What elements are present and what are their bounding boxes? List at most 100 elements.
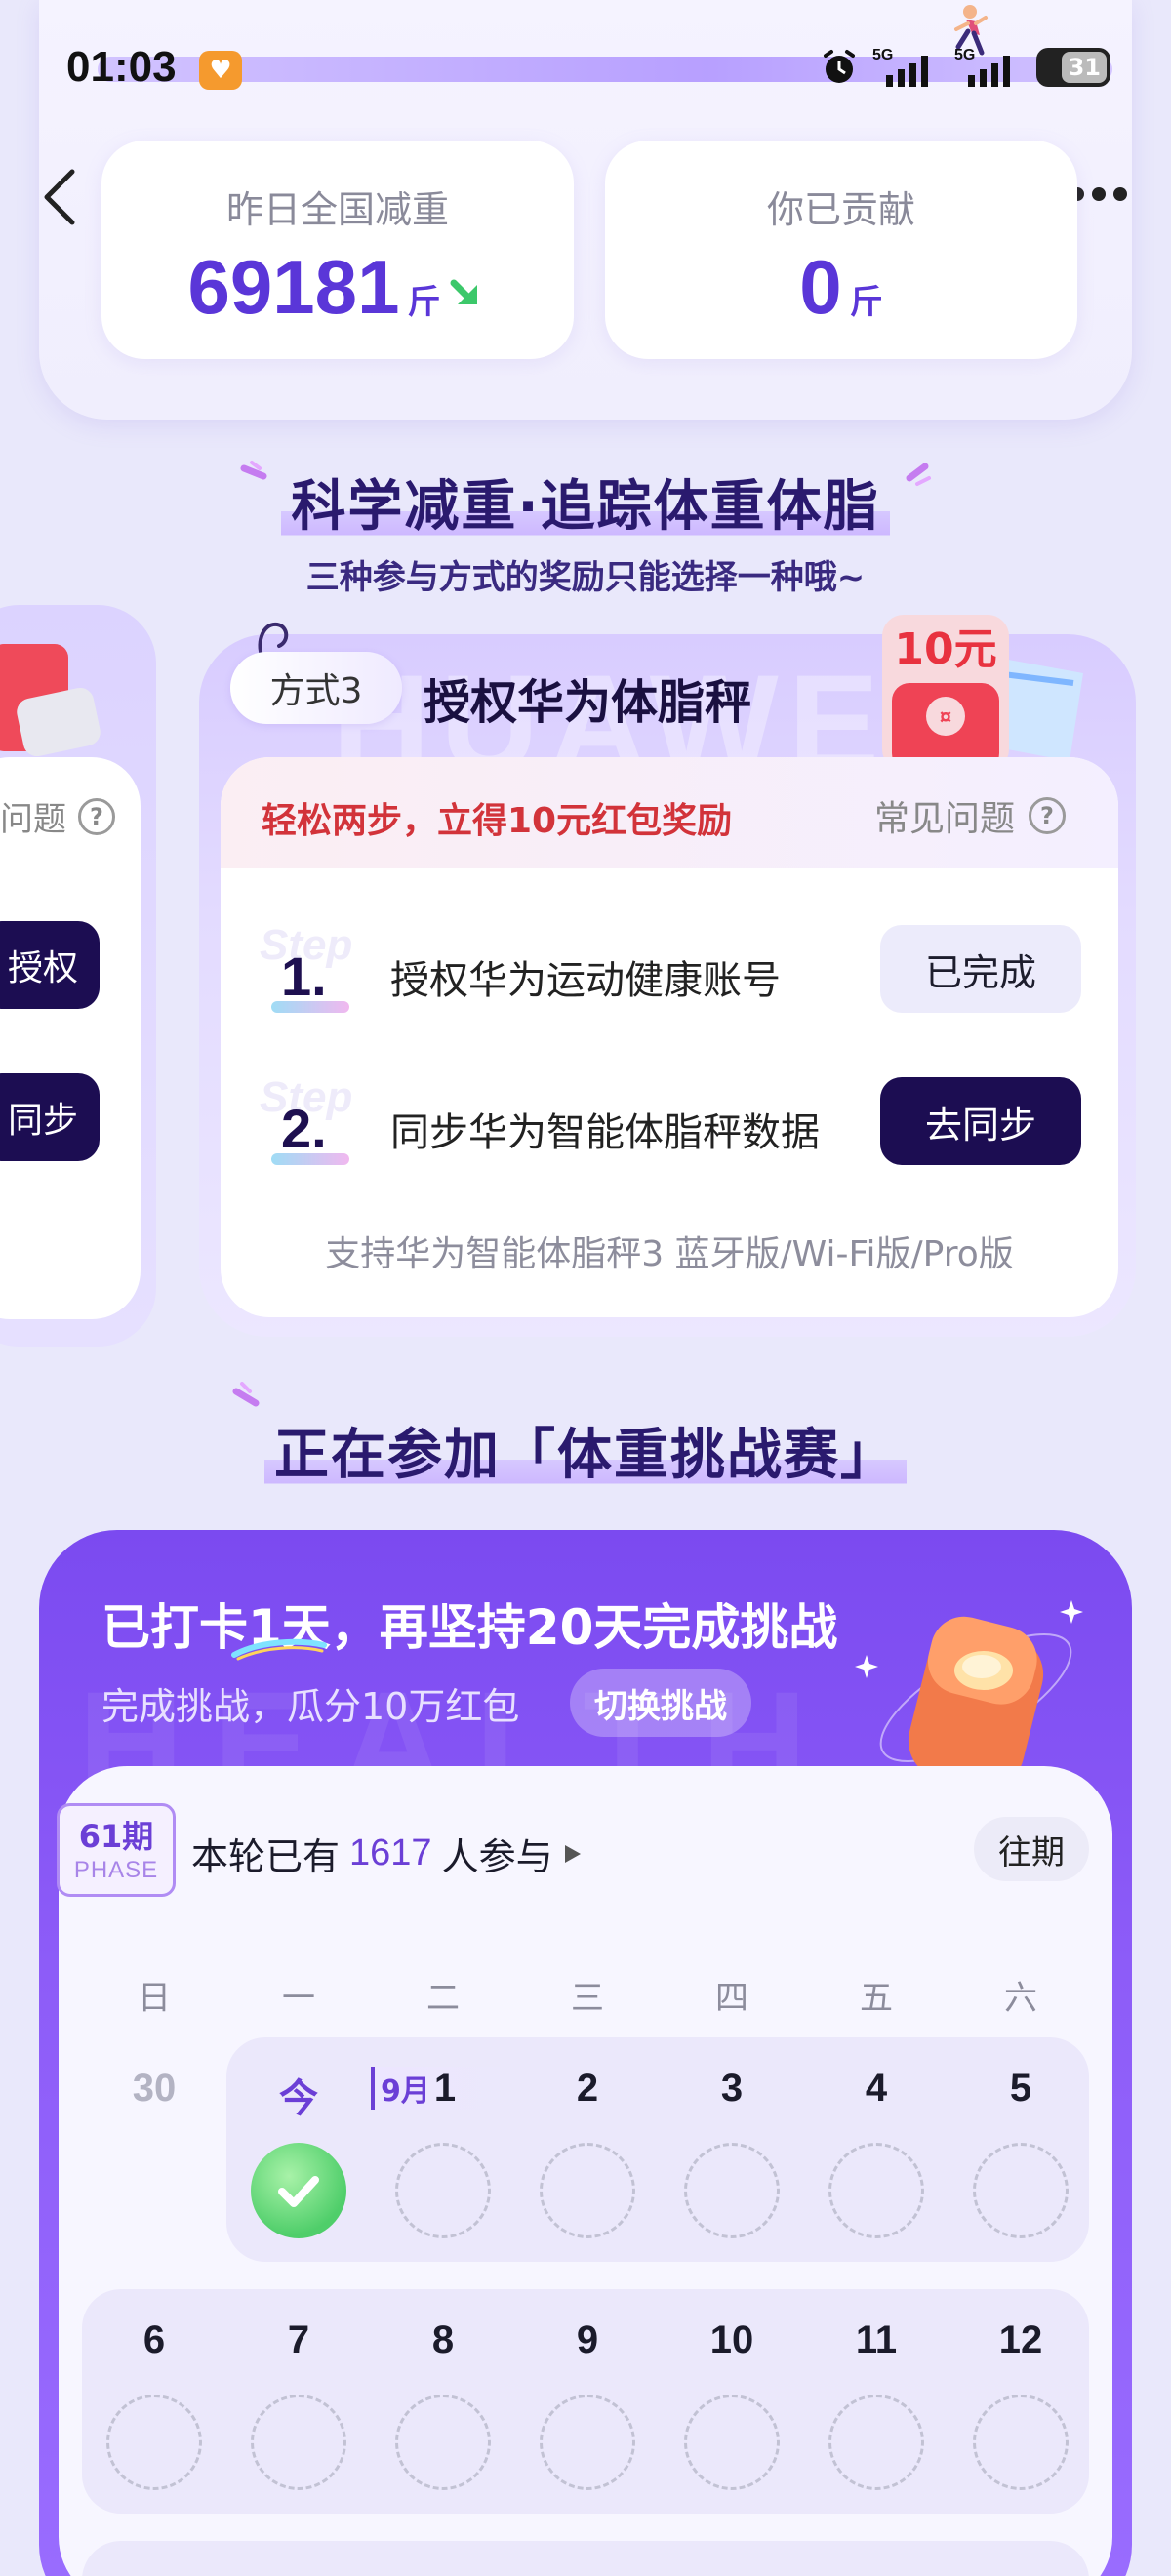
status-bar: 01:03 ♥ 5G 5G 31 (0, 0, 1171, 137)
past-rounds-button[interactable]: 往期 (974, 1817, 1089, 1881)
step-number-1-text: 1. (281, 946, 327, 1007)
weekday-fri: 五 (860, 1979, 893, 2018)
step-number-2-text: 2. (281, 1098, 327, 1159)
contribution-unit: 斤 (849, 283, 883, 322)
trend-down-arrow-icon (450, 279, 478, 304)
svg-text:¤: ¤ (940, 704, 951, 729)
day-checkin-slot[interactable] (540, 2395, 635, 2490)
section-title-method: 科学减重·追踪体重体脂 (0, 463, 1171, 542)
faq-link-text: 常见问题 (874, 799, 1016, 839)
day-checkin-slot[interactable] (395, 2143, 491, 2238)
bonus-amount: 10元 (894, 624, 996, 674)
star-icon (855, 1655, 878, 1678)
day-checkin-slot[interactable] (395, 2395, 491, 2490)
day-checkin-slot[interactable] (684, 2395, 780, 2490)
day-label: 9 (576, 2318, 599, 2361)
day-label: 1 (433, 2066, 457, 2110)
help-icon[interactable]: ? (1029, 797, 1067, 834)
step-row-1: Step 1. 授权华为运动健康账号 已完成 (221, 921, 1118, 1019)
back-arrow-icon[interactable] (39, 166, 78, 228)
step-row-2: Step 2. 同步华为智能体脂秤数据 去同步 (221, 1073, 1118, 1171)
step-1-completed-button[interactable]: 已完成 (880, 925, 1081, 1013)
day-checkin-slot[interactable] (684, 2143, 780, 2238)
alarm-icon (824, 50, 855, 83)
checkmark-icon (278, 2176, 319, 2207)
week-band (82, 2541, 1089, 2576)
method-3-tag: 方式3 (230, 652, 402, 724)
participants-link[interactable]: 本轮已有 1617 人参与 (191, 1827, 583, 1880)
section-title-challenge: 正在参加「体重挑战赛」 (0, 1411, 1171, 1490)
day-checkin-slot[interactable] (540, 2143, 635, 2238)
my-contribution-card: 你已贡献 0 斤 (605, 141, 1077, 359)
play-arrow-icon (564, 1844, 581, 1863)
day-label: 10 (709, 2318, 754, 2361)
day-label: 30 (132, 2067, 177, 2110)
section-title-method-text: 科学减重·追踪体重体脂 (281, 463, 890, 542)
weekday-thu: 四 (715, 1979, 748, 2018)
network-label-1: 5G (872, 47, 893, 63)
method-2-authorize-button[interactable]: 授权 (0, 921, 100, 1009)
weekday-sun: 日 (138, 1979, 171, 2018)
today-label: 今 (279, 2076, 318, 2121)
red-packet-icon (0, 644, 101, 757)
weekday-tue: 二 (426, 1979, 460, 2018)
health-app-icon: ♥ (199, 51, 242, 90)
day-checkin-slot[interactable] (251, 2395, 346, 2490)
phase-word: PHASE (73, 1857, 159, 1883)
method-2-inner (0, 757, 141, 1319)
weekday-wed: 三 (571, 1979, 604, 2018)
method-2-sync-button[interactable]: 同步 (0, 1073, 100, 1161)
phase-number: 61期 (78, 1818, 154, 1855)
day-checkin-slot[interactable] (106, 2395, 202, 2490)
day-checkin-slot[interactable] (973, 2143, 1069, 2238)
national-label: 昨日全国减重 (225, 188, 449, 231)
bonus-red-packet-icon: ¤ 10元 (882, 615, 1083, 771)
section-subtitle-method: 三种参与方式的奖励只能选择一种哦~ (305, 558, 866, 597)
day-checkin-slot[interactable] (828, 2143, 924, 2238)
method-3-inner-card: 轻松两步，立得10元红包奖励 常见问题 ? Step 1. 授权华为运动健康账号… (221, 757, 1118, 1317)
battery-level: 31 (1068, 54, 1101, 81)
sparkle-icon (906, 463, 931, 486)
weekday-sat: 六 (1004, 1979, 1037, 2018)
more-options-icon[interactable] (1069, 181, 1129, 208)
month-tag: 9月 1 (371, 2067, 517, 2110)
red-packet-3d-icon (879, 1616, 1072, 1790)
swoosh-decoration (231, 1638, 327, 1661)
month-label: 9月 (381, 2074, 430, 2109)
switch-challenge-button[interactable]: 切换挑战 (570, 1669, 751, 1737)
checked-in-day[interactable] (251, 2143, 346, 2238)
signal-icon-1: 5G (872, 47, 928, 87)
method-2-faq[interactable]: 问题 ? (0, 792, 115, 840)
weekday-mon: 一 (282, 1979, 315, 2018)
contribution-value: 0 (799, 244, 842, 330)
step-text-1: 授权华为运动健康账号 (390, 958, 781, 1003)
contribution-label: 你已贡献 (766, 188, 915, 231)
day-label: 11 (855, 2318, 898, 2361)
day-label: 2 (576, 2067, 599, 2110)
help-icon[interactable]: ? (78, 797, 115, 835)
star-icon (1060, 1600, 1083, 1624)
step-number-1: Step 1. (260, 921, 357, 1019)
day-checkin-slot[interactable] (828, 2395, 924, 2490)
day-checkin-slot[interactable] (973, 2395, 1069, 2490)
faq-link[interactable]: 常见问题 ? (874, 790, 1067, 841)
step-number-2: Step 2. (260, 1073, 357, 1171)
day-label: 4 (865, 2067, 888, 2110)
day-label: 12 (998, 2318, 1043, 2361)
signal-icon-2: 5G (954, 47, 1010, 87)
participants-prefix: 本轮已有 (191, 1835, 341, 1878)
challenge-headline: 已打卡1天，再坚持20天完成挑战 (101, 1599, 838, 1656)
challenge-subline: 完成挑战，瓜分10万红包 (101, 1685, 520, 1728)
step-2-sync-button[interactable]: 去同步 (880, 1077, 1081, 1165)
day-label: 5 (1009, 2067, 1032, 2110)
supported-devices-note: 支持华为智能体脂秤3 蓝牙版/Wi-Fi版/Pro版 (325, 1234, 1014, 1274)
national-value: 69181 (187, 244, 400, 330)
day-label: 7 (287, 2318, 310, 2361)
network-label-2: 5G (954, 47, 975, 63)
day-label: 8 (431, 2318, 455, 2361)
phase-badge: 61期 PHASE (57, 1803, 176, 1897)
step-text-2: 同步华为智能体脂秤数据 (390, 1110, 820, 1155)
section-title-challenge-text: 正在参加「体重挑战赛」 (264, 1411, 907, 1490)
national-weight-loss-card: 昨日全国减重 69181 斤 (101, 141, 574, 359)
participants-count: 1617 (349, 1832, 432, 1873)
